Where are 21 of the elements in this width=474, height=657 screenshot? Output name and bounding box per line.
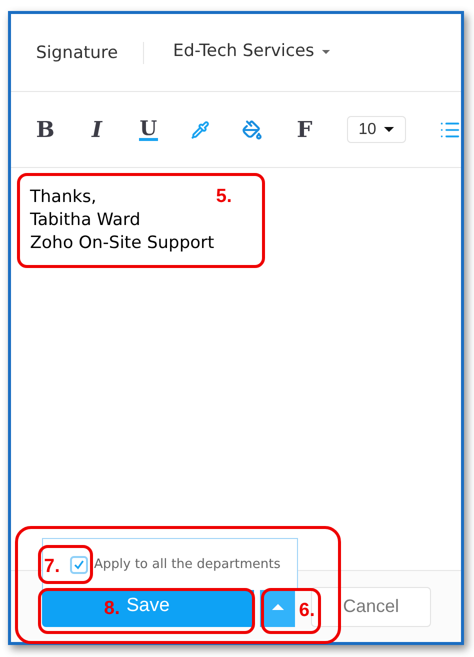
caret-up-icon (272, 604, 284, 610)
signature-line: Tabitha Ward (30, 209, 140, 232)
panel-title: Signature (36, 42, 118, 65)
checkbox[interactable] (70, 556, 88, 574)
check-icon (73, 558, 85, 570)
department-dropdown[interactable]: Ed-Tech Services (173, 38, 330, 64)
italic-button[interactable]: I (88, 118, 106, 140)
caret-icon (384, 127, 394, 132)
apply-all-label: Apply to all the departments (94, 556, 280, 574)
fill-color-icon[interactable] (242, 118, 262, 142)
font-size-dropdown[interactable]: 10 (346, 116, 406, 143)
caret-icon (322, 50, 330, 54)
bold-button[interactable]: B (36, 118, 55, 140)
callout-number: 8. (104, 597, 120, 621)
font-button[interactable]: F (295, 118, 314, 140)
callout-number: 5. (216, 185, 232, 209)
text-color-icon[interactable] (190, 118, 210, 140)
signature-line: Zoho On-Site Support (30, 232, 214, 255)
callout-number: 7. (44, 555, 60, 579)
underline-button[interactable]: U (139, 118, 158, 141)
signature-line: Thanks, (30, 186, 96, 209)
